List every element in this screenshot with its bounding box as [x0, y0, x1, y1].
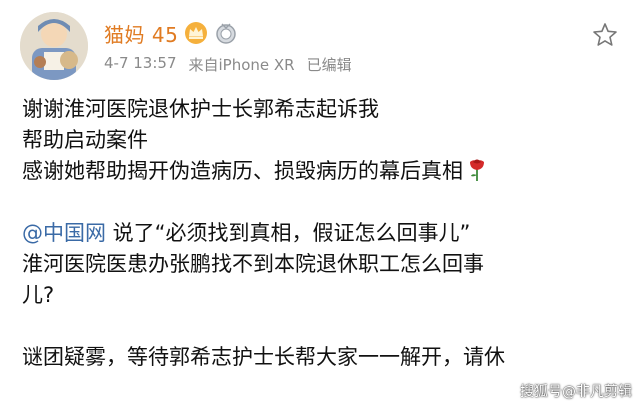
content-line: 帮助启动案件: [22, 128, 148, 152]
content-line: 儿?: [22, 283, 55, 307]
avatar-illustration-icon: [20, 12, 88, 80]
star-outline-icon[interactable]: [592, 22, 618, 48]
post-source: 来自iPhone XR: [188, 56, 295, 74]
medal-badge-icon[interactable]: [214, 21, 238, 45]
content-line: 淮河医院医患办张鹏找不到本院退休职工怎么回事: [22, 252, 484, 276]
crown-badge-icon[interactable]: [184, 21, 208, 45]
post-content: 谢谢淮河医院退休护士长郭希志起诉我 帮助启动案件 感谢她帮助揭开伪造病历、损毁病…: [22, 94, 622, 373]
avatar[interactable]: [20, 12, 88, 80]
watermark: 搜狐号@非凡剪辑: [520, 384, 632, 400]
content-line-text: 感谢她帮助揭开伪造病历、损毁病历的幕后真相: [22, 159, 463, 183]
mention-link[interactable]: @中国网: [22, 221, 106, 245]
content-line: 谜团疑雾，等待郭希志护士长帮大家一一解开，请休: [22, 345, 505, 369]
edited-label[interactable]: 已编辑: [307, 54, 352, 75]
content-line: 感谢她帮助揭开伪造病历、损毁病历的幕后真相: [22, 156, 622, 187]
meta-row: 4-7 13:57 来自iPhone XR 已编辑: [104, 54, 352, 75]
content-line: @中国网 说了“必须找到真相，假证怎么回事儿”: [22, 218, 622, 249]
weibo-post: 猫妈 45 4-7 13:57 来自iPhone XR 已编辑 谢谢淮河医院退休…: [0, 0, 640, 407]
username[interactable]: 猫妈 45: [104, 19, 178, 48]
content-line: 谢谢淮河医院退休护士长郭希志起诉我: [22, 97, 379, 121]
post-timestamp: 4-7 13:57: [104, 54, 177, 72]
rose-emoji-icon: [470, 159, 484, 181]
content-line-text: 说了“必须找到真相，假证怎么回事儿”: [106, 221, 471, 245]
name-row: 猫妈 45: [104, 18, 238, 48]
